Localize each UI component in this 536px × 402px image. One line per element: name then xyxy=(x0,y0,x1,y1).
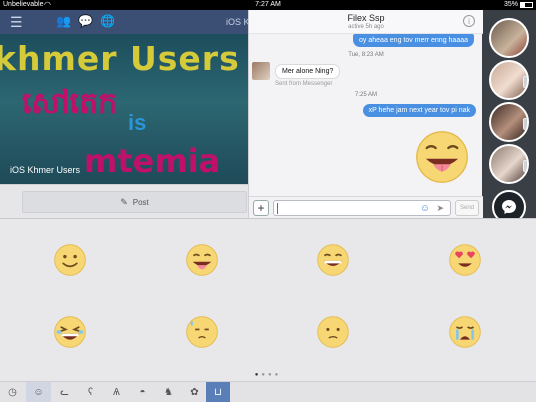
tongue-sticker[interactable] xyxy=(185,243,219,277)
menu-icon[interactable]: ☰ xyxy=(10,15,23,29)
message-timestamp: 7:25 AM xyxy=(354,92,377,98)
sticker-tab-bar: ◷ ☺ ᓚ ʕ Ѧ ◓ ♞ ✿ ⊔ xyxy=(0,381,536,402)
cup-icon[interactable]: ⊔ xyxy=(206,382,230,402)
heart-eyes-sticker[interactable] xyxy=(448,243,482,277)
clock: 7:27 AM xyxy=(255,1,281,8)
sent-from-label: Sent from Messenger xyxy=(275,81,333,87)
screen: Unbelievable ◠ 7:27 AM 35% ☰ 👥 💬 🌐 iOS K… xyxy=(0,0,536,402)
flower-icon[interactable]: ✿ xyxy=(182,382,207,402)
chat-head-avatar[interactable] xyxy=(489,144,529,184)
bunny-icon[interactable]: Ѧ xyxy=(104,382,129,402)
page-dot: ● xyxy=(261,372,268,378)
message-timestamp: Tue, 8:23 AM xyxy=(348,52,384,58)
add-attachment-button[interactable]: + xyxy=(253,200,269,216)
crying-sticker[interactable] xyxy=(448,315,482,349)
cat-icon[interactable]: ᓚ xyxy=(52,382,77,402)
sticker-toggle-icon[interactable]: ☺ xyxy=(420,203,430,214)
messages-icon[interactable]: 💬 xyxy=(78,14,93,28)
chat-input-bar: + ☺ ➤ Send xyxy=(249,196,483,218)
sweat-sticker[interactable] xyxy=(185,315,219,349)
page-title: iOS K xyxy=(226,17,250,27)
post-label: Post xyxy=(132,198,149,207)
chat-head-avatar[interactable] xyxy=(489,102,529,142)
smile-sticker[interactable] xyxy=(53,243,87,277)
chat-active-status: active 5h ago xyxy=(348,24,384,30)
post-button[interactable]: ✎ Post xyxy=(22,191,247,213)
sticker-keyboard: ●●●● ◷ ☺ ᓚ ʕ Ѧ ◓ ♞ ✿ ⊔ xyxy=(0,218,536,402)
group-name[interactable]: iOS Khmer Users xyxy=(10,165,80,175)
bear-icon[interactable]: ʕ xyxy=(78,382,103,402)
cover-text-line3: is xyxy=(128,110,147,135)
location-icon[interactable]: ➤ xyxy=(436,203,444,214)
chat-contact-name[interactable]: Filex Ssp xyxy=(249,13,483,23)
smiley-icon[interactable]: ☺ xyxy=(26,382,51,402)
message-bubble-incoming: Mer alone Ning? xyxy=(275,64,341,79)
battery-icon xyxy=(520,2,533,8)
phone-badge-icon xyxy=(523,160,527,172)
egg-icon[interactable]: ◓ xyxy=(130,382,155,402)
chat-heads-column xyxy=(482,10,536,224)
text-caret xyxy=(277,203,278,214)
phone-badge-icon xyxy=(523,76,527,88)
cover-text-line4: mtemia xyxy=(84,142,221,180)
message-bubble-outgoing: oy aheaa eng tov merr enng haaaa xyxy=(353,34,474,47)
sticker-page-indicator: ●●●● xyxy=(0,372,536,378)
page-dot: ● xyxy=(268,372,275,378)
friends-icon[interactable]: 👥 xyxy=(56,14,71,28)
tongue-sticker-message xyxy=(416,131,468,183)
phone-badge-icon xyxy=(523,118,527,130)
battery-percent: 35% xyxy=(503,1,518,8)
grin-sticker[interactable] xyxy=(316,243,350,277)
chat-header: Filex Ssp active 5h ago i xyxy=(249,10,483,34)
contact-avatar xyxy=(252,62,270,80)
message-input[interactable]: ☺ ➤ xyxy=(273,200,451,216)
chat-head-avatar[interactable] xyxy=(489,60,529,100)
bird-icon[interactable]: ♞ xyxy=(156,382,181,402)
chat-panel: Filex Ssp active 5h ago i oy aheaa eng t… xyxy=(248,10,483,218)
recent-icon[interactable]: ◷ xyxy=(0,382,25,402)
send-button[interactable]: Send xyxy=(455,200,479,216)
page-dot: ● xyxy=(274,372,282,378)
info-icon[interactable]: i xyxy=(463,15,475,27)
globe-icon[interactable]: 🌐 xyxy=(100,14,115,28)
chat-head-avatar[interactable] xyxy=(489,18,529,58)
laugh-tears-sticker[interactable] xyxy=(53,315,87,349)
cover-text-line2: សៅតេក xyxy=(22,86,118,121)
compose-icon: ✎ xyxy=(120,197,128,207)
status-bar: Unbelievable ◠ 7:27 AM 35% xyxy=(0,0,536,10)
meh-sticker[interactable] xyxy=(316,315,350,349)
cover-text-line1: khmer Users xyxy=(0,39,240,78)
message-bubble-outgoing: xP hehe jam next year tov pi nak xyxy=(362,104,476,117)
